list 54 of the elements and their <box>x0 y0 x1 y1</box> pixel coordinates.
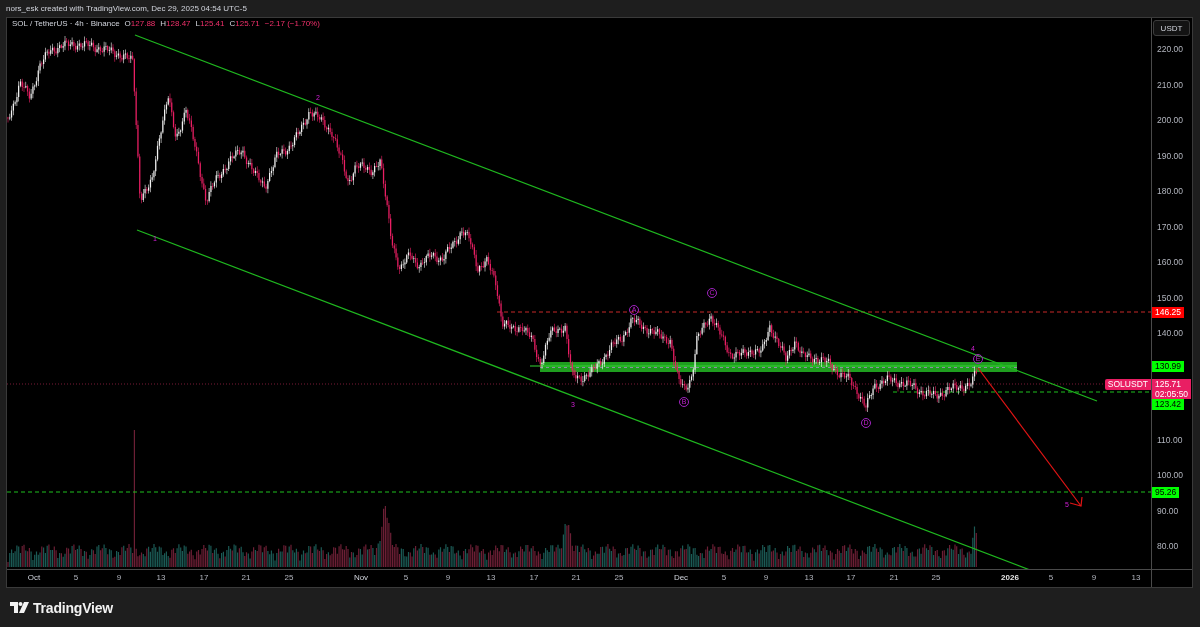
time-tick-label: 5 <box>73 572 79 584</box>
countdown-tag: 02:05:50 <box>1152 389 1191 399</box>
brand-name: TradingView <box>33 599 113 616</box>
price-tag: 146.25 <box>1152 307 1184 318</box>
time-tick-label: Oct <box>27 572 41 584</box>
attribution-text: nors_esk created with TradingView.com, Dec 29, 2025 04:54 UTC-5 <box>6 4 247 13</box>
price-tick-label: 80.00 <box>1157 540 1179 552</box>
time-tick-label: Nov <box>353 572 369 584</box>
symbol-title: SOL / TetherUS · 4h · Binance <box>12 19 120 29</box>
price-tick-label: 190.00 <box>1157 149 1183 162</box>
time-tick-label: 2026 <box>1001 572 1019 584</box>
time-tick-label: 25 <box>284 572 294 584</box>
ohlc-value: L125.41 <box>195 19 225 29</box>
price-tick-label: 170.00 <box>1157 220 1183 233</box>
price-tick-label: 100.00 <box>1157 469 1183 481</box>
time-tick-label: 9 <box>445 572 451 584</box>
time-tick-label: 17 <box>199 572 209 584</box>
time-tick-label: 21 <box>241 572 251 584</box>
price-tick-label: 110.00 <box>1157 433 1183 446</box>
time-tick-label: 5 <box>1048 572 1054 584</box>
time-tick-label: 13 <box>486 572 496 584</box>
price-tick-label: 140.00 <box>1157 327 1183 339</box>
time-tick-label: 9 <box>116 572 122 584</box>
price-tick-label: 160.00 <box>1157 256 1183 268</box>
time-tick-label: 25 <box>614 572 624 584</box>
time-tick-label: 9 <box>1091 572 1097 584</box>
price-tag: 130.99 <box>1152 361 1184 372</box>
time-tick-label: 9 <box>763 572 769 584</box>
time-tick-label: 25 <box>931 572 941 584</box>
time-tick-label: 13 <box>156 572 166 584</box>
price-tick-label: 180.00 <box>1157 185 1183 197</box>
ohlc-value: H128.47 <box>160 19 191 29</box>
price-tick-label: 220.00 <box>1157 43 1183 55</box>
price-tick-label: 150.00 <box>1157 291 1183 304</box>
ohlc-value: O127.88 <box>124 19 156 29</box>
time-tick-label: 5 <box>721 572 727 584</box>
price-change: −2.17 (−1.70%) <box>264 19 320 29</box>
logo-icon <box>10 602 29 613</box>
time-tick-label: 17 <box>529 572 539 584</box>
time-tick-label: 21 <box>571 572 581 584</box>
price-tick-label: 210.00 <box>1157 78 1183 91</box>
time-tick-label: 17 <box>846 572 856 584</box>
price-tick-label: 200.00 <box>1157 114 1183 126</box>
symbol-tag: SOLUSDT <box>1104 379 1151 390</box>
time-tick-label: 13 <box>1131 572 1141 584</box>
ohlc-value: C125.71 <box>229 19 260 29</box>
time-tick-label: 21 <box>889 572 899 584</box>
time-tick-label: Dec <box>673 572 689 584</box>
time-tick-label: 13 <box>804 572 814 584</box>
currency-button[interactable]: USDT <box>1153 20 1190 36</box>
price-tag: 123.42 <box>1152 399 1184 410</box>
price-tag: 95.26 <box>1152 487 1180 498</box>
price-tick-label: 90.00 <box>1157 504 1179 517</box>
time-tick-label: 5 <box>403 572 409 584</box>
